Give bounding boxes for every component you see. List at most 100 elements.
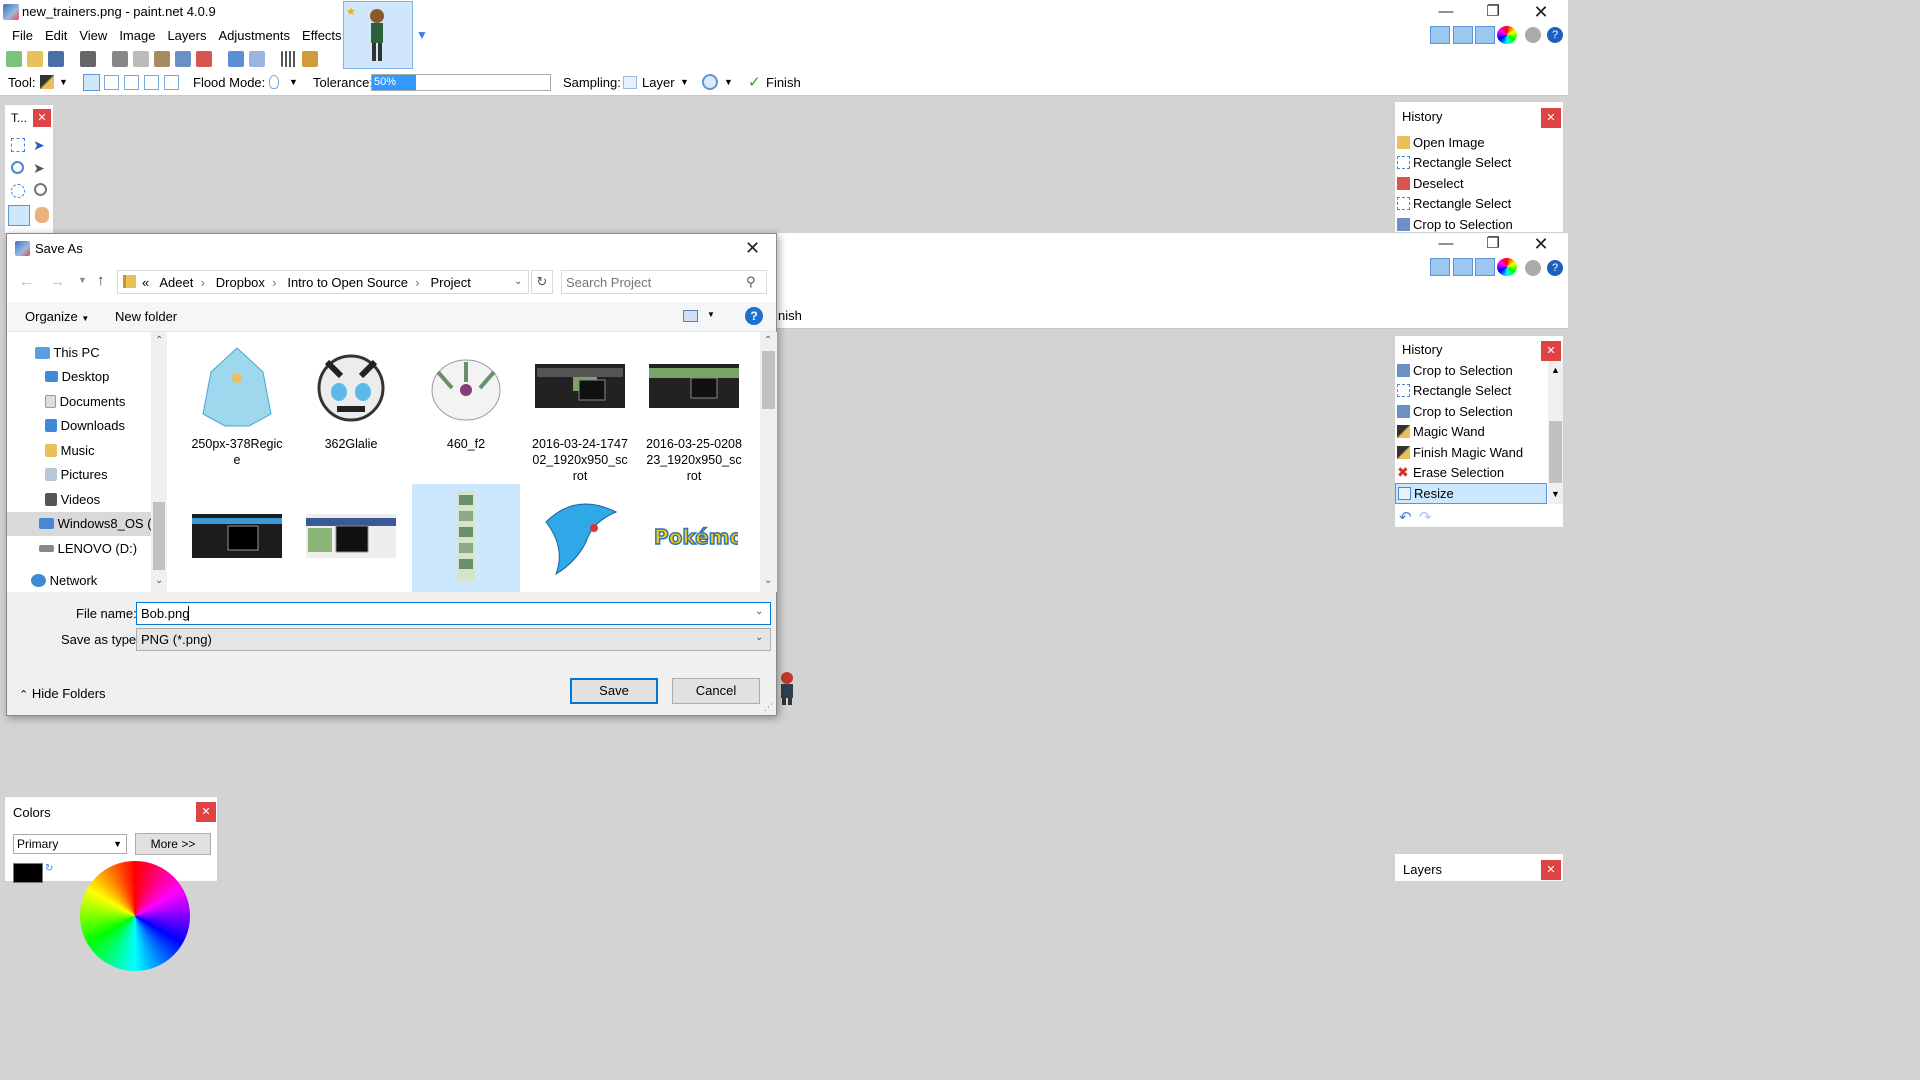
new-icon[interactable] — [6, 51, 22, 67]
antialias-dropdown-icon[interactable]: ▼ — [724, 77, 733, 87]
file-item[interactable] — [412, 484, 520, 592]
history-item[interactable]: Rectangle Select — [1395, 381, 1547, 401]
organize-button[interactable]: Organize ▼ — [25, 309, 89, 324]
maximize-button[interactable]: ❐ — [1470, 0, 1516, 24]
primary-color-swatch[interactable] — [13, 863, 43, 883]
save-type-dropdown-icon[interactable]: ⌄ — [755, 632, 763, 643]
nav-documents[interactable]: Documents — [45, 394, 125, 409]
second-minimize-button[interactable]: — — [1423, 232, 1469, 256]
nav-this-pc[interactable]: This PC — [35, 345, 100, 360]
save-icon[interactable] — [48, 51, 64, 67]
view-dropdown-icon[interactable]: ▼ — [707, 310, 715, 319]
new-folder-button[interactable]: New folder — [115, 309, 177, 324]
tolerance-slider[interactable]: 50% — [371, 74, 551, 91]
tool-dropdown-icon[interactable]: ▼ — [59, 77, 68, 87]
sampling-dropdown-icon[interactable]: ▼ — [680, 77, 689, 87]
minimize-button[interactable]: — — [1423, 0, 1469, 24]
menu-view[interactable]: View — [73, 26, 113, 46]
tools-panel-close-icon[interactable]: ✕ — [33, 109, 51, 127]
history-item[interactable]: Crop to Selection — [1395, 402, 1547, 422]
nav-videos[interactable]: Videos — [45, 492, 100, 507]
undo-icon[interactable] — [228, 51, 244, 67]
move-selection-tool-icon[interactable]: ➤ — [33, 160, 45, 177]
second-colors-window-icon[interactable] — [1497, 258, 1517, 276]
refresh-icon[interactable]: ↻ — [531, 270, 553, 294]
scroll-down-icon[interactable]: ⌄ — [764, 575, 772, 586]
menu-edit[interactable]: Edit — [39, 26, 73, 46]
file-item[interactable]: 2016-03-25-020823_1920x950_scrot — [640, 340, 748, 484]
history-item[interactable]: Finish Magic Wand — [1395, 443, 1547, 463]
history-item[interactable]: Rectangle Select — [1395, 153, 1563, 173]
history-item[interactable]: ✖ Erase Selection — [1395, 463, 1547, 483]
second-close-button[interactable]: ✕ — [1518, 232, 1564, 256]
nav-windows8-os[interactable]: Windows8_OS (C — [39, 516, 151, 531]
second-layers-window-icon[interactable] — [1475, 258, 1495, 276]
nav-desktop[interactable]: Desktop — [45, 369, 109, 384]
second-help-icon[interactable]: ? — [1547, 260, 1563, 276]
ellipse-select-tool-icon[interactable] — [11, 184, 25, 198]
checkmark-icon[interactable]: ✓ — [748, 73, 761, 91]
view-mode-icon[interactable] — [683, 310, 698, 322]
second-gear-icon[interactable] — [1525, 260, 1541, 276]
history-item[interactable]: Magic Wand — [1395, 422, 1547, 442]
second-tools-window-icon[interactable] — [1430, 258, 1450, 276]
nav-scrollbar[interactable]: ⌃ ⌄ — [151, 332, 167, 592]
history-item[interactable]: Crop to Selection — [1395, 361, 1547, 381]
history-mid-close-icon[interactable]: ✕ — [1541, 341, 1561, 361]
menu-file[interactable]: File — [6, 26, 39, 46]
hide-folders-button[interactable]: ⌃ Hide Folders — [19, 686, 106, 701]
history-scrollbar-thumb[interactable] — [1549, 421, 1562, 483]
breadcrumb-overflow[interactable]: « — [142, 275, 149, 290]
address-bar[interactable]: « Adeet › Dropbox › Intro to Open Source… — [117, 270, 529, 294]
redo-icon[interactable] — [249, 51, 265, 67]
history-close-icon[interactable]: ✕ — [1541, 108, 1561, 128]
scroll-up-icon[interactable]: ▲ — [1551, 365, 1560, 375]
nav-network[interactable]: Network — [31, 573, 97, 588]
help-icon[interactable]: ? — [1547, 27, 1563, 43]
grid-icon[interactable] — [281, 51, 297, 67]
file-item[interactable] — [526, 490, 634, 586]
save-type-value[interactable]: PNG (*.png) — [141, 632, 212, 647]
color-wheel[interactable] — [80, 861, 190, 971]
colors-window-icon[interactable] — [1497, 26, 1517, 44]
selection-mode-replace-icon[interactable] — [83, 74, 100, 91]
back-arrow-icon[interactable]: ← — [19, 273, 34, 290]
search-box[interactable]: ⚲ — [561, 270, 767, 294]
antialias-icon[interactable] — [702, 74, 718, 90]
crop-icon[interactable] — [175, 51, 191, 67]
gear-icon[interactable] — [1525, 27, 1541, 43]
breadcrumb-adeet[interactable]: Adeet — [159, 275, 193, 290]
history-scrollbar[interactable]: ▲ ▼ — [1548, 361, 1563, 504]
file-item[interactable] — [183, 490, 291, 586]
image-tab-thumbnail[interactable]: ★ — [343, 1, 413, 69]
file-item[interactable]: 2016-03-24-174702_1920x950_scrot — [526, 340, 634, 484]
dialog-close-icon[interactable]: ✕ — [745, 238, 760, 259]
move-selected-tool-icon[interactable]: ➤ — [33, 137, 45, 154]
file-item[interactable]: 362Glalie — [297, 340, 405, 452]
selection-mode-union-icon[interactable] — [104, 75, 119, 90]
help-icon[interactable]: ? — [745, 307, 763, 325]
history-item[interactable]: Deselect — [1395, 174, 1563, 194]
scroll-up-icon[interactable]: ⌃ — [764, 335, 772, 346]
history-item[interactable]: Open Image — [1395, 133, 1563, 153]
file-list-scrollbar[interactable]: ⌃ ⌄ — [760, 332, 777, 592]
redo-icon[interactable]: ↷ — [1419, 508, 1432, 526]
filename-input[interactable]: Bob.png — [141, 606, 189, 621]
colors-close-icon[interactable]: ✕ — [196, 802, 216, 822]
nav-lenovo[interactable]: LENOVO (D:) — [39, 541, 137, 556]
second-finish-fragment[interactable]: nish — [778, 308, 802, 323]
copy-icon[interactable] — [133, 51, 149, 67]
rectangle-select-tool-icon[interactable] — [11, 138, 25, 152]
menu-layers[interactable]: Layers — [161, 26, 212, 46]
filename-field[interactable]: Bob.png ⌄ — [136, 602, 771, 625]
sampling-value[interactable]: Layer — [642, 75, 675, 90]
undo-icon[interactable]: ↶ — [1399, 508, 1412, 526]
up-arrow-icon[interactable]: ↑ — [97, 272, 105, 289]
breadcrumb-project[interactable]: Project — [430, 275, 470, 290]
save-button[interactable]: Save — [570, 678, 658, 704]
nav-scrollbar-thumb[interactable] — [153, 502, 165, 570]
cancel-button[interactable]: Cancel — [672, 678, 760, 704]
second-maximize-button[interactable]: ❐ — [1470, 232, 1516, 256]
menu-effects[interactable]: Effects — [296, 26, 348, 46]
nav-downloads[interactable]: Downloads — [45, 418, 125, 433]
